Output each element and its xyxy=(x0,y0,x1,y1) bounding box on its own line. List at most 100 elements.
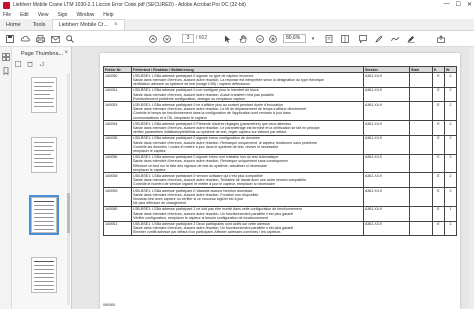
cell-w: 2 xyxy=(444,187,457,207)
rotate-page-icon[interactable] xyxy=(39,61,45,69)
select-cursor-icon[interactable] xyxy=(222,34,232,44)
page-thumbnail[interactable] xyxy=(31,137,57,173)
maximize-button[interactable]: ☐ xyxy=(456,1,461,8)
next-page-icon[interactable] xyxy=(162,34,172,44)
table-row: 1A0059 LSB-BSE1: LSBa adresse participant… xyxy=(103,187,457,207)
page-thumbnail-selected[interactable] xyxy=(29,195,59,235)
fill-sign-icon[interactable] xyxy=(406,34,416,44)
cell-error-no: 1A0061 xyxy=(103,220,132,237)
window-title: Liebherr Mobile Crane LTM 1030-2.1 Licco… xyxy=(13,2,246,8)
document-view: Fehler Nr. Fehlertext / Reaktion / Beifa… xyxy=(72,47,474,309)
delete-page-icon[interactable] xyxy=(27,61,33,69)
error-text-line: remplacer le capteur xyxy=(133,148,166,153)
cell-error-text: LSB-BSE1: LSBa adresse participant 0 ver… xyxy=(131,172,364,189)
cell-error-no: 1A0050 xyxy=(103,72,132,88)
highlight-pen-icon[interactable] xyxy=(374,34,384,44)
cell-plug: A361.X4.9 xyxy=(363,153,410,174)
close-window-button[interactable]: ✕ xyxy=(467,1,472,8)
cell-error-no: 1A0054 xyxy=(103,120,132,136)
page-footer-code: 080065 xyxy=(103,303,115,307)
search-icon[interactable] xyxy=(65,34,75,44)
error-text-line: Eventuellement problème configuration, c… xyxy=(133,96,246,101)
menu-edit[interactable]: Edit xyxy=(20,12,29,18)
cell-error-text: LSB-BSE1: LSBa adresse participant 0 non… xyxy=(131,86,364,103)
cell-w: 1 xyxy=(444,205,457,222)
error-text-line: communications et à OK, remplacer le cap… xyxy=(133,115,207,120)
error-code-table: Fehler Nr. Fehlertext / Reaktion / Beifa… xyxy=(103,65,457,237)
cell-error-no: 1A0059 xyxy=(103,187,132,207)
fit-page-icon[interactable] xyxy=(324,34,334,44)
menu-file[interactable]: File xyxy=(3,12,11,18)
cell-k: E xyxy=(432,153,445,174)
cell-w: 2 xyxy=(444,120,457,136)
cell-error-text: LSB-BSE1: LSBa adresse participant 0 sig… xyxy=(131,153,364,174)
bookmark-icon[interactable] xyxy=(2,67,10,76)
zoom-level-select[interactable]: 80,6% xyxy=(283,34,306,43)
zoom-in-icon[interactable] xyxy=(269,34,277,44)
cell-error-no: 1A0058 xyxy=(103,172,132,189)
cell-error-text: LSB-BSE1: LSBa adresse participant 0 Pré… xyxy=(131,120,364,136)
tab-bar: Home Tools Liebherr Mobile Cr... × xyxy=(0,19,474,31)
tab-document[interactable]: Liebherr Mobile Cr... × xyxy=(51,19,125,30)
table-row: 1A0060 LSB-BSE1: LSBa adresse participant… xyxy=(103,205,457,222)
error-text-line: Vérifier configuration, remplacer le cap… xyxy=(133,215,269,220)
thumbnail-options-icon[interactable] xyxy=(15,61,21,69)
cell-error-text: LSB-BSE1: LSBa adresse participant 2 Deu… xyxy=(131,220,364,237)
menu-sign[interactable]: Sign xyxy=(57,12,67,18)
table-row: 1A0050 LSB-BSE1: LSBa adresse participant… xyxy=(103,72,457,88)
cell-k: E xyxy=(432,187,445,207)
email-icon[interactable] xyxy=(50,34,60,44)
cell-w: 2 xyxy=(444,101,457,122)
document-scrollbar[interactable] xyxy=(469,47,474,309)
chevron-down-icon[interactable]: ▾ xyxy=(310,34,316,44)
cell-error-text: LSB-BSE1: LSBa adresse participant 0 sig… xyxy=(131,134,364,155)
error-text-line: Contrôle le numéro de version logiciel e… xyxy=(133,182,275,187)
hand-tool-icon[interactable] xyxy=(238,34,248,44)
cell-status xyxy=(409,220,433,237)
cell-plug: A361.X4.9 xyxy=(363,187,410,207)
title-bar: Liebherr Mobile Crane LTM 1030-2.1 Licco… xyxy=(0,0,474,10)
page-total: / 602 xyxy=(196,35,208,41)
cell-w: 2 xyxy=(444,86,457,103)
prev-page-icon[interactable] xyxy=(148,34,158,44)
tab-tools[interactable]: Tools xyxy=(27,19,52,30)
draw-icon[interactable] xyxy=(390,34,400,44)
cloud-upload-icon[interactable] xyxy=(20,34,30,44)
menu-help[interactable]: Help xyxy=(103,12,113,18)
error-text-line: remplacer le capteur xyxy=(133,167,166,172)
thumbnails-scrollbar[interactable] xyxy=(67,73,70,305)
comment-icon[interactable] xyxy=(358,34,368,44)
share-icon[interactable] xyxy=(436,34,446,44)
thumbnails-panel-title: Page Thumbna... xyxy=(21,51,64,57)
menu-bar: File Edit View Sign Window Help xyxy=(0,10,474,19)
cell-error-text: LSB-BSE1: LSBa adresse participant 0 ne … xyxy=(131,101,364,122)
tab-close-icon[interactable]: × xyxy=(114,22,118,28)
table-row: 1A0051 LSB-BSE1: LSBa adresse participant… xyxy=(103,86,457,103)
page-thumbnail[interactable] xyxy=(31,257,57,293)
tab-home[interactable]: Home xyxy=(0,19,27,30)
cell-error-text: LSB-BSE1: LSBa adresse participant 1 ne … xyxy=(131,205,364,222)
cell-plug: A361.X4.9 xyxy=(363,220,410,237)
table-row: 1A0056 LSB-BSE1: LSBa adresse participant… xyxy=(103,153,457,174)
page-thumbnails-icon[interactable] xyxy=(2,53,10,61)
table-row: 1A0053 LSB-BSE1: LSBa adresse participant… xyxy=(103,101,457,122)
cell-plug: A361.X4.9 xyxy=(363,101,410,122)
cell-w: 2 xyxy=(444,153,457,174)
scroll-mode-icon[interactable] xyxy=(340,34,350,44)
zoom-out-icon[interactable] xyxy=(256,34,264,44)
cell-k: E xyxy=(432,134,445,155)
close-panel-icon[interactable]: × xyxy=(64,50,68,56)
print-icon[interactable] xyxy=(35,34,45,44)
navigation-rail xyxy=(0,47,12,309)
cell-error-no: 1A0053 xyxy=(103,101,132,122)
cell-w: 2 xyxy=(444,134,457,155)
minimize-button[interactable]: — xyxy=(444,1,450,8)
page-number-input[interactable]: 3 xyxy=(182,34,194,43)
page-thumbnail[interactable] xyxy=(31,77,57,113)
save-icon[interactable] xyxy=(5,34,15,44)
menu-window[interactable]: Window xyxy=(76,12,94,18)
acrobat-app-icon xyxy=(3,1,10,9)
menu-view[interactable]: View xyxy=(38,12,49,18)
pdf-page: Fehler Nr. Fehlertext / Reaktion / Beifa… xyxy=(100,53,460,309)
cell-k: E xyxy=(432,172,445,189)
